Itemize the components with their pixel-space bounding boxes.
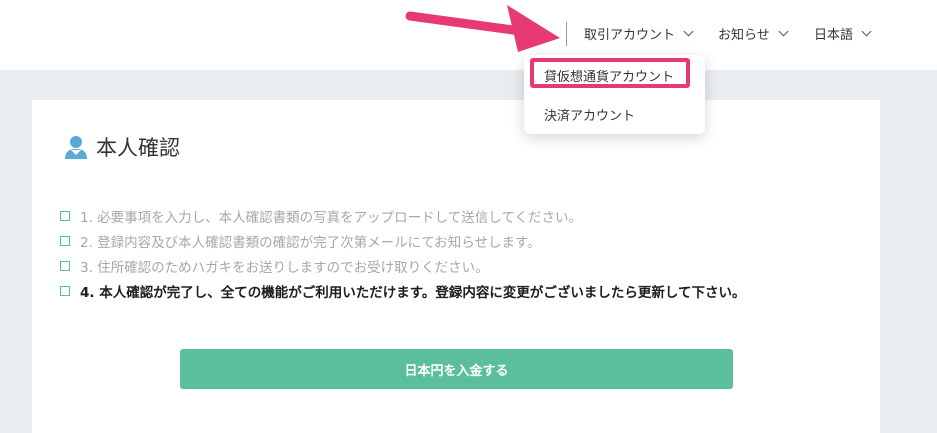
nav-language-label: 日本語 — [814, 28, 854, 43]
checkbox-icon — [60, 260, 70, 271]
step-item: 3. 住所確認のためハガキをお送りしますのでお受け取りください。 — [60, 253, 745, 278]
step-item: 1. 必要事項を入力し、本人確認書類の写真をアップロードして送信してください。 — [60, 203, 745, 228]
step-item: 2. 登録内容及び本人確認書類の確認が完了次第メールにてお知らせします。 — [60, 228, 745, 253]
checkbox-icon — [60, 235, 70, 246]
checkbox-icon — [60, 210, 70, 221]
nav-trading-account-label: 取引アカウント — [584, 28, 676, 43]
dropdown-item-settlement-account[interactable]: 決済アカウント — [544, 105, 635, 124]
annotation-highlight-box — [530, 58, 690, 88]
identity-verification-card: 本人確認 1. 必要事項を入力し、本人確認書類の写真をアップロードして送信してく… — [32, 100, 880, 433]
step-text: 4. 本人確認が完了し、全ての機能がご利用いただけます。登録内容に変更がございま… — [80, 284, 746, 301]
user-icon — [65, 136, 87, 159]
nav-notifications-label: お知らせ — [718, 28, 770, 43]
page-title: 本人確認 — [96, 136, 180, 160]
chevron-down-icon — [861, 26, 872, 37]
nav-trading-account[interactable]: 取引アカウント — [584, 24, 694, 43]
checkbox-icon — [60, 285, 70, 296]
step-text: 3. 住所確認のためハガキをお送りしますのでお受け取りください。 — [80, 259, 489, 276]
chevron-down-icon — [778, 26, 789, 37]
nav-language[interactable]: 日本語 — [814, 24, 872, 43]
document-icon[interactable] — [532, 29, 543, 43]
card-header: 本人確認 — [62, 132, 180, 162]
step-item-current: 4. 本人確認が完了し、全ての機能がご利用いただけます。登録内容に変更がございま… — [60, 278, 745, 303]
deposit-jpy-button[interactable]: 日本円を入金する — [180, 349, 733, 389]
step-text: 1. 必要事項を入力し、本人確認書類の写真をアップロードして送信してください。 — [80, 209, 582, 226]
chevron-down-icon — [683, 26, 694, 37]
steps-list: 1. 必要事項を入力し、本人確認書類の写真をアップロードして送信してください。 … — [60, 203, 745, 303]
nav-divider — [566, 22, 567, 46]
top-bar: 取引アカウント お知らせ 日本語 — [0, 0, 937, 70]
nav-notifications[interactable]: お知らせ — [718, 24, 789, 43]
step-text: 2. 登録内容及び本人確認書類の確認が完了次第メールにてお知らせします。 — [80, 234, 541, 251]
